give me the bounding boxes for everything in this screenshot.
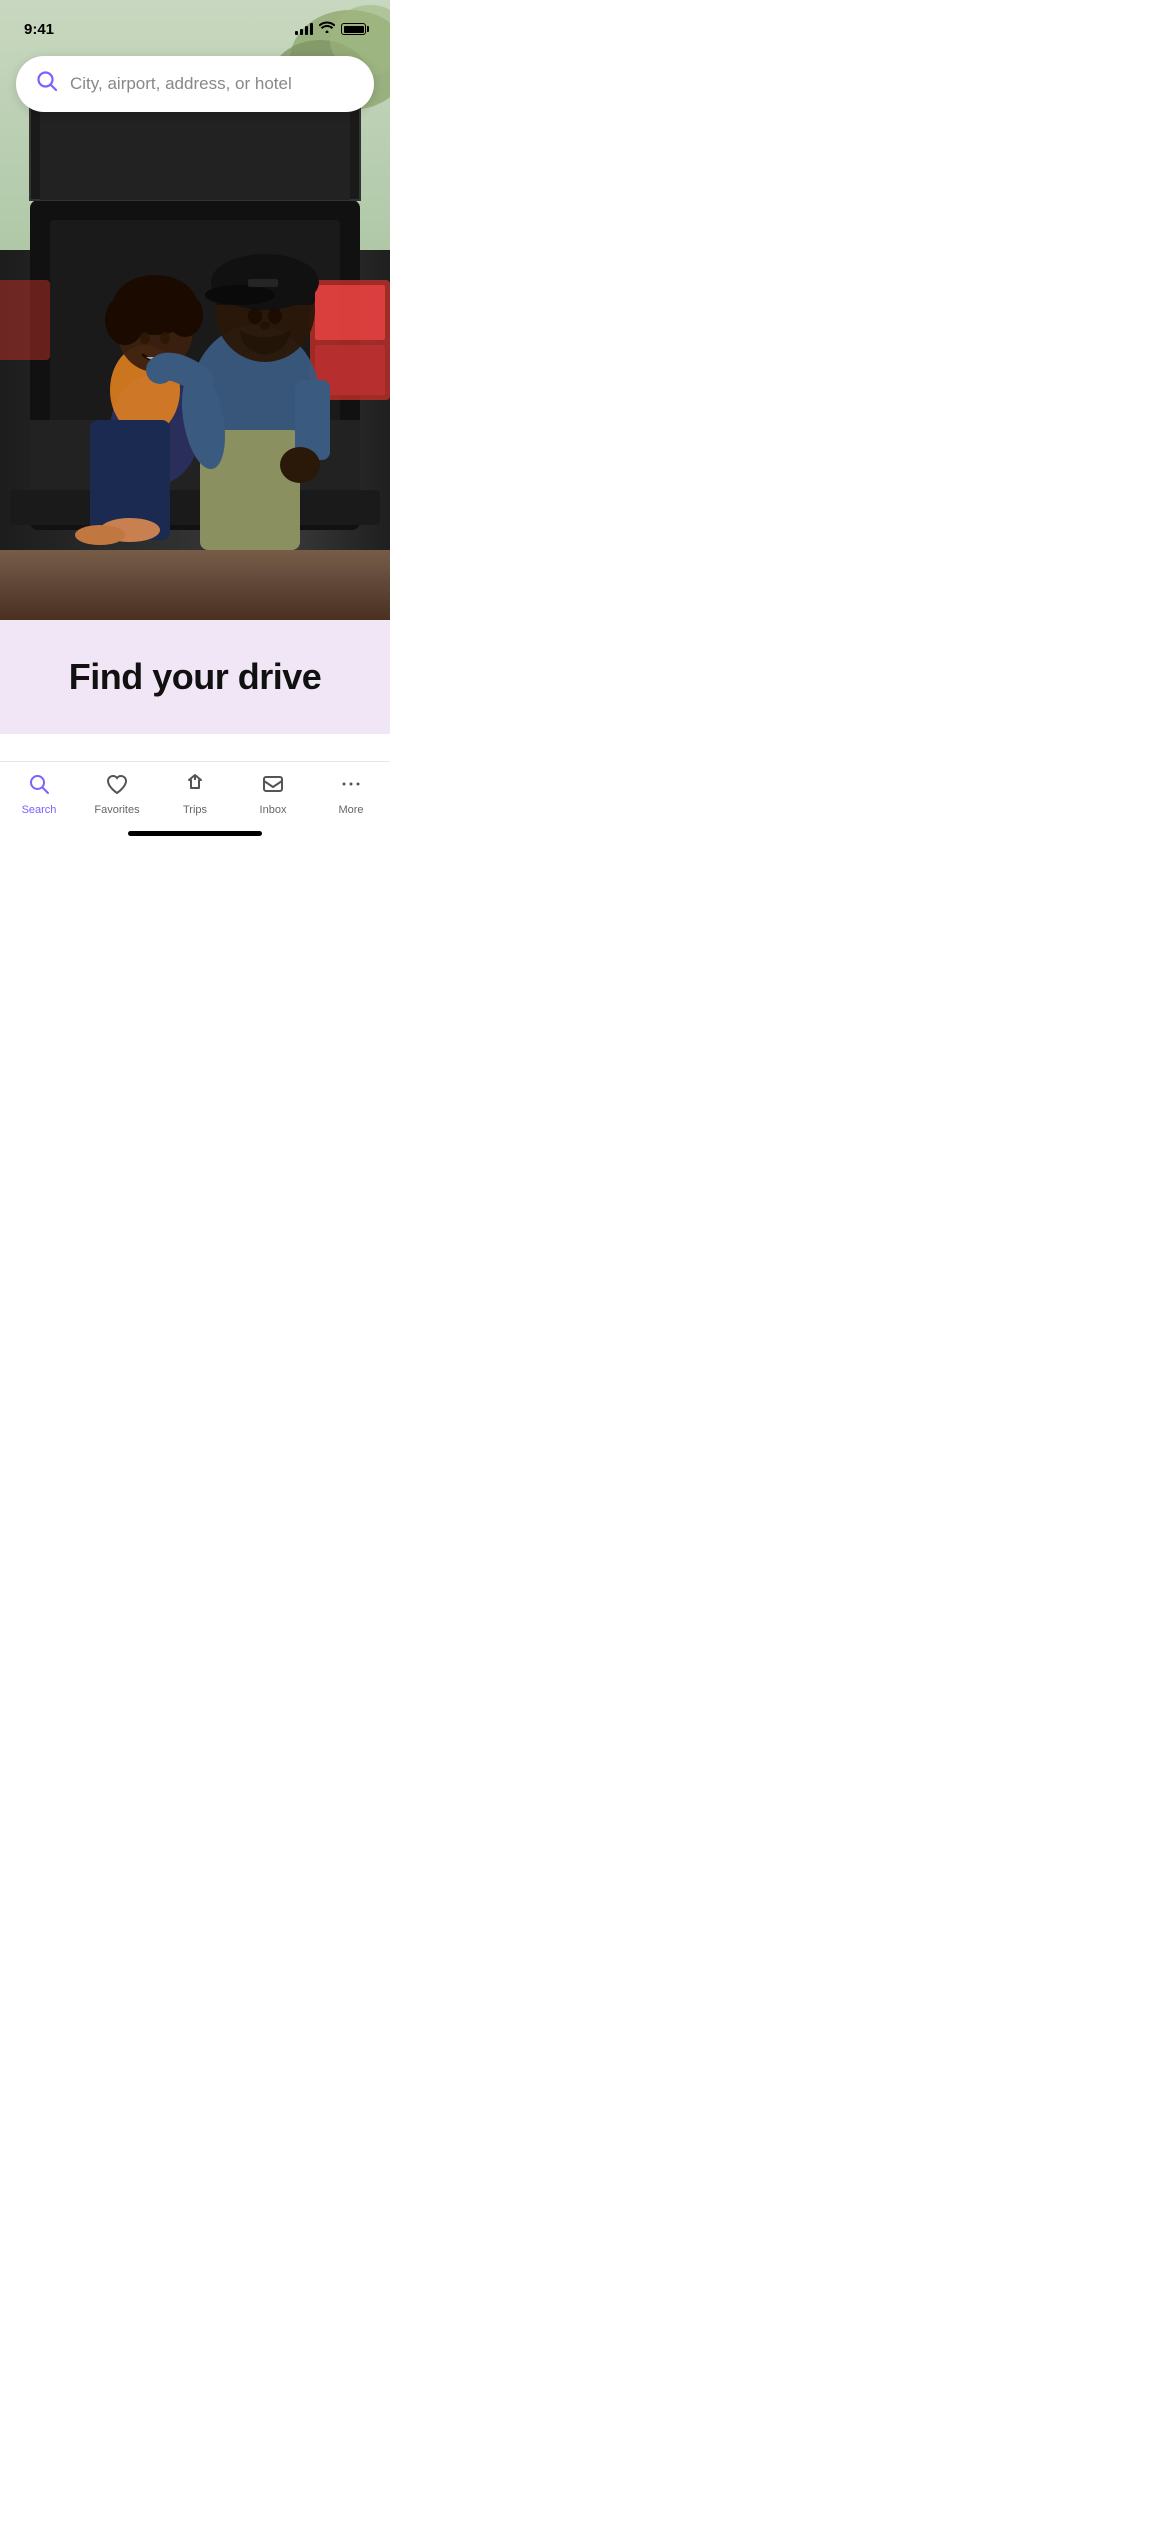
scroll-container[interactable]: City, airport, address, or hotel Find yo… bbox=[0, 0, 390, 761]
find-drive-banner: Find your drive bbox=[0, 620, 390, 734]
search-nav-label: Search bbox=[22, 804, 57, 816]
search-nav-icon bbox=[27, 772, 51, 800]
nav-item-favorites[interactable]: Favorites bbox=[87, 772, 147, 816]
status-time: 9:41 bbox=[24, 21, 54, 38]
search-icon bbox=[36, 70, 58, 98]
more-nav-icon bbox=[339, 772, 363, 800]
trips-nav-icon bbox=[183, 772, 207, 800]
trips-nav-label: Trips bbox=[183, 804, 207, 816]
status-bar: 9:41 bbox=[0, 0, 390, 44]
battery-icon bbox=[341, 23, 366, 35]
hero-section: City, airport, address, or hotel bbox=[0, 0, 390, 620]
nav-item-search[interactable]: Search bbox=[9, 772, 69, 816]
favorites-nav-label: Favorites bbox=[94, 804, 139, 816]
find-drive-text: Find your drive bbox=[69, 656, 322, 697]
wifi-icon bbox=[319, 20, 335, 38]
nav-item-inbox[interactable]: Inbox bbox=[243, 772, 303, 816]
favorites-nav-icon bbox=[105, 772, 129, 800]
inbox-nav-icon bbox=[261, 772, 285, 800]
inbox-nav-label: Inbox bbox=[260, 804, 287, 816]
home-indicator bbox=[128, 831, 262, 836]
section-spacer bbox=[0, 734, 390, 761]
signal-bars-icon bbox=[295, 23, 313, 35]
status-icons bbox=[295, 20, 366, 38]
search-bar[interactable]: City, airport, address, or hotel bbox=[16, 56, 374, 112]
more-nav-label: More bbox=[338, 804, 363, 816]
nav-item-trips[interactable]: Trips bbox=[165, 772, 225, 816]
search-placeholder: City, airport, address, or hotel bbox=[70, 74, 292, 94]
nav-item-more[interactable]: More bbox=[321, 772, 381, 816]
search-bar-container[interactable]: City, airport, address, or hotel bbox=[16, 56, 374, 112]
